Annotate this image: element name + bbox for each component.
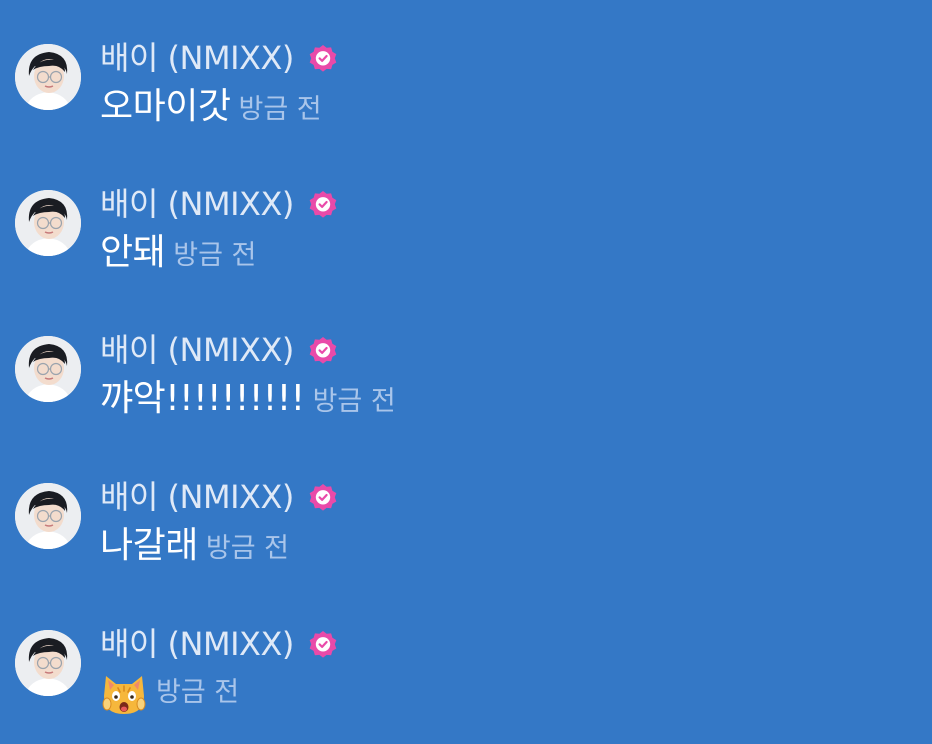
author-name[interactable]: 배이 (NMIXX): [100, 330, 294, 370]
message-header: 배이 (NMIXX): [100, 38, 339, 78]
message-timestamp: 방금 전: [205, 533, 289, 564]
message-header: 배이 (NMIXX): [100, 477, 339, 517]
avatar[interactable]: [15, 483, 81, 549]
message-timestamp: 방금 전: [238, 94, 322, 125]
chat-message: 배이 (NMIXX) 안돼 방금 전: [0, 184, 932, 304]
author-name[interactable]: 배이 (NMIXX): [100, 38, 294, 78]
chat-message: 배이 (NMIXX) 나갈래 방금 전: [0, 477, 932, 597]
message-timestamp: 방금 전: [173, 240, 257, 271]
chat-message: 배이 (NMIXX) 오마이갓 방금 전: [0, 38, 932, 158]
verified-badge-icon: [307, 334, 339, 366]
message-body: 꺄악!!!!!!!!!! 방금 전: [100, 376, 396, 422]
screaming-cat-emoji-icon: [100, 670, 148, 716]
chat-message: 배이 (NMIXX) 방금 전: [0, 624, 932, 744]
message-header: 배이 (NMIXX): [100, 184, 339, 224]
author-name[interactable]: 배이 (NMIXX): [100, 477, 294, 517]
verified-badge-icon: [307, 628, 339, 660]
verified-badge-icon: [307, 481, 339, 513]
message-header: 배이 (NMIXX): [100, 624, 339, 664]
message-body: 안돼 방금 전: [100, 230, 256, 276]
author-name[interactable]: 배이 (NMIXX): [100, 624, 294, 664]
verified-badge-icon: [307, 42, 339, 74]
message-text: 꺄악!!!!!!!!!!: [100, 378, 305, 419]
message-body: 나갈래 방금 전: [100, 523, 289, 569]
chat-message-list: 배이 (NMIXX) 오마이갓 방금 전 배이 (NMIXX) 안돼 방금 전 …: [0, 0, 932, 738]
verified-badge-icon: [307, 188, 339, 220]
message-text: 오마이갓: [100, 86, 231, 127]
author-name[interactable]: 배이 (NMIXX): [100, 184, 294, 224]
avatar[interactable]: [15, 336, 81, 402]
avatar[interactable]: [15, 190, 81, 256]
message-text: 안돼: [100, 232, 166, 273]
message-timestamp: 방금 전: [156, 677, 240, 708]
message-body: 오마이갓 방금 전: [100, 84, 322, 130]
message-timestamp: 방금 전: [312, 386, 396, 417]
avatar[interactable]: [15, 44, 81, 110]
chat-message: 배이 (NMIXX) 꺄악!!!!!!!!!! 방금 전: [0, 330, 932, 450]
message-text: 나갈래: [100, 525, 198, 566]
message-header: 배이 (NMIXX): [100, 330, 339, 370]
avatar[interactable]: [15, 630, 81, 696]
message-body: 방금 전: [100, 670, 239, 716]
